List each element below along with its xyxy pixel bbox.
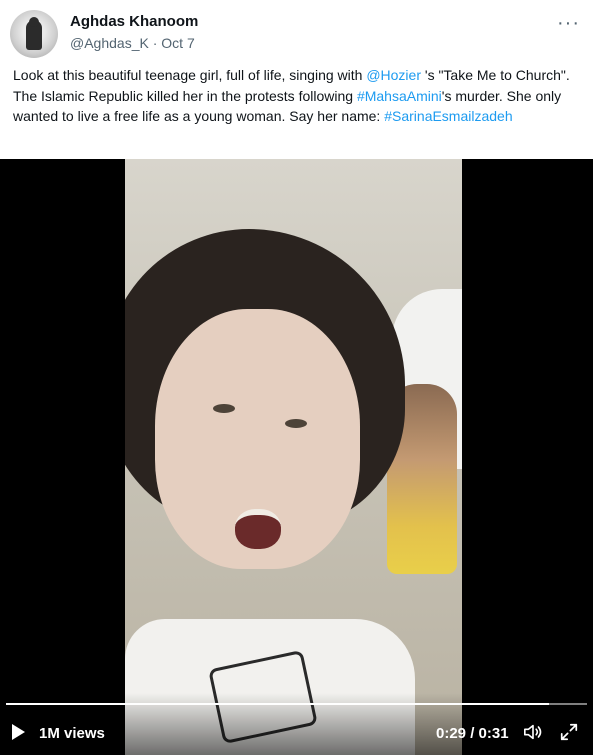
progress-bar[interactable]	[6, 703, 587, 705]
video-frame	[125, 159, 462, 755]
video-controls: 1M views 0:29 / 0:31	[0, 693, 593, 755]
tweet-date[interactable]: Oct 7	[161, 35, 194, 51]
hashtag-link[interactable]: #MahsaAmini	[357, 88, 442, 104]
author-display-name[interactable]: Aghdas Khanoom	[70, 13, 198, 30]
progress-fill	[6, 703, 550, 705]
play-icon[interactable]	[12, 724, 25, 740]
girl-eye	[213, 404, 235, 413]
girl-mouth	[235, 509, 281, 549]
hashtag-link[interactable]: #SarinaEsmailzadeh	[384, 108, 512, 124]
tweet-card[interactable]: Aghdas Khanoom @Aghdas_K · Oct 7 ··· Loo…	[0, 0, 593, 755]
girl-face	[155, 309, 360, 569]
video-player[interactable]: 1M views 0:29 / 0:31	[0, 159, 593, 755]
author-meta: @Aghdas_K · Oct 7	[70, 35, 195, 51]
volume-icon[interactable]	[522, 722, 544, 742]
fullscreen-icon[interactable]	[558, 722, 580, 742]
author-handle[interactable]: @Aghdas_K	[70, 35, 149, 51]
girl-eye	[285, 419, 307, 428]
video-time: 0:29 / 0:31	[436, 725, 509, 742]
avatar-figure-head	[29, 17, 39, 27]
more-horizontal-icon[interactable]: ···	[557, 12, 580, 35]
view-count: 1M views	[39, 725, 105, 742]
tweet-text: Look at this beautiful teenage girl, ful…	[13, 65, 581, 127]
meta-separator: ·	[152, 35, 158, 51]
mention-link[interactable]: @Hozier	[366, 67, 421, 83]
tweet-text-part: Look at this beautiful teenage girl, ful…	[13, 67, 367, 83]
avatar[interactable]	[10, 10, 58, 58]
